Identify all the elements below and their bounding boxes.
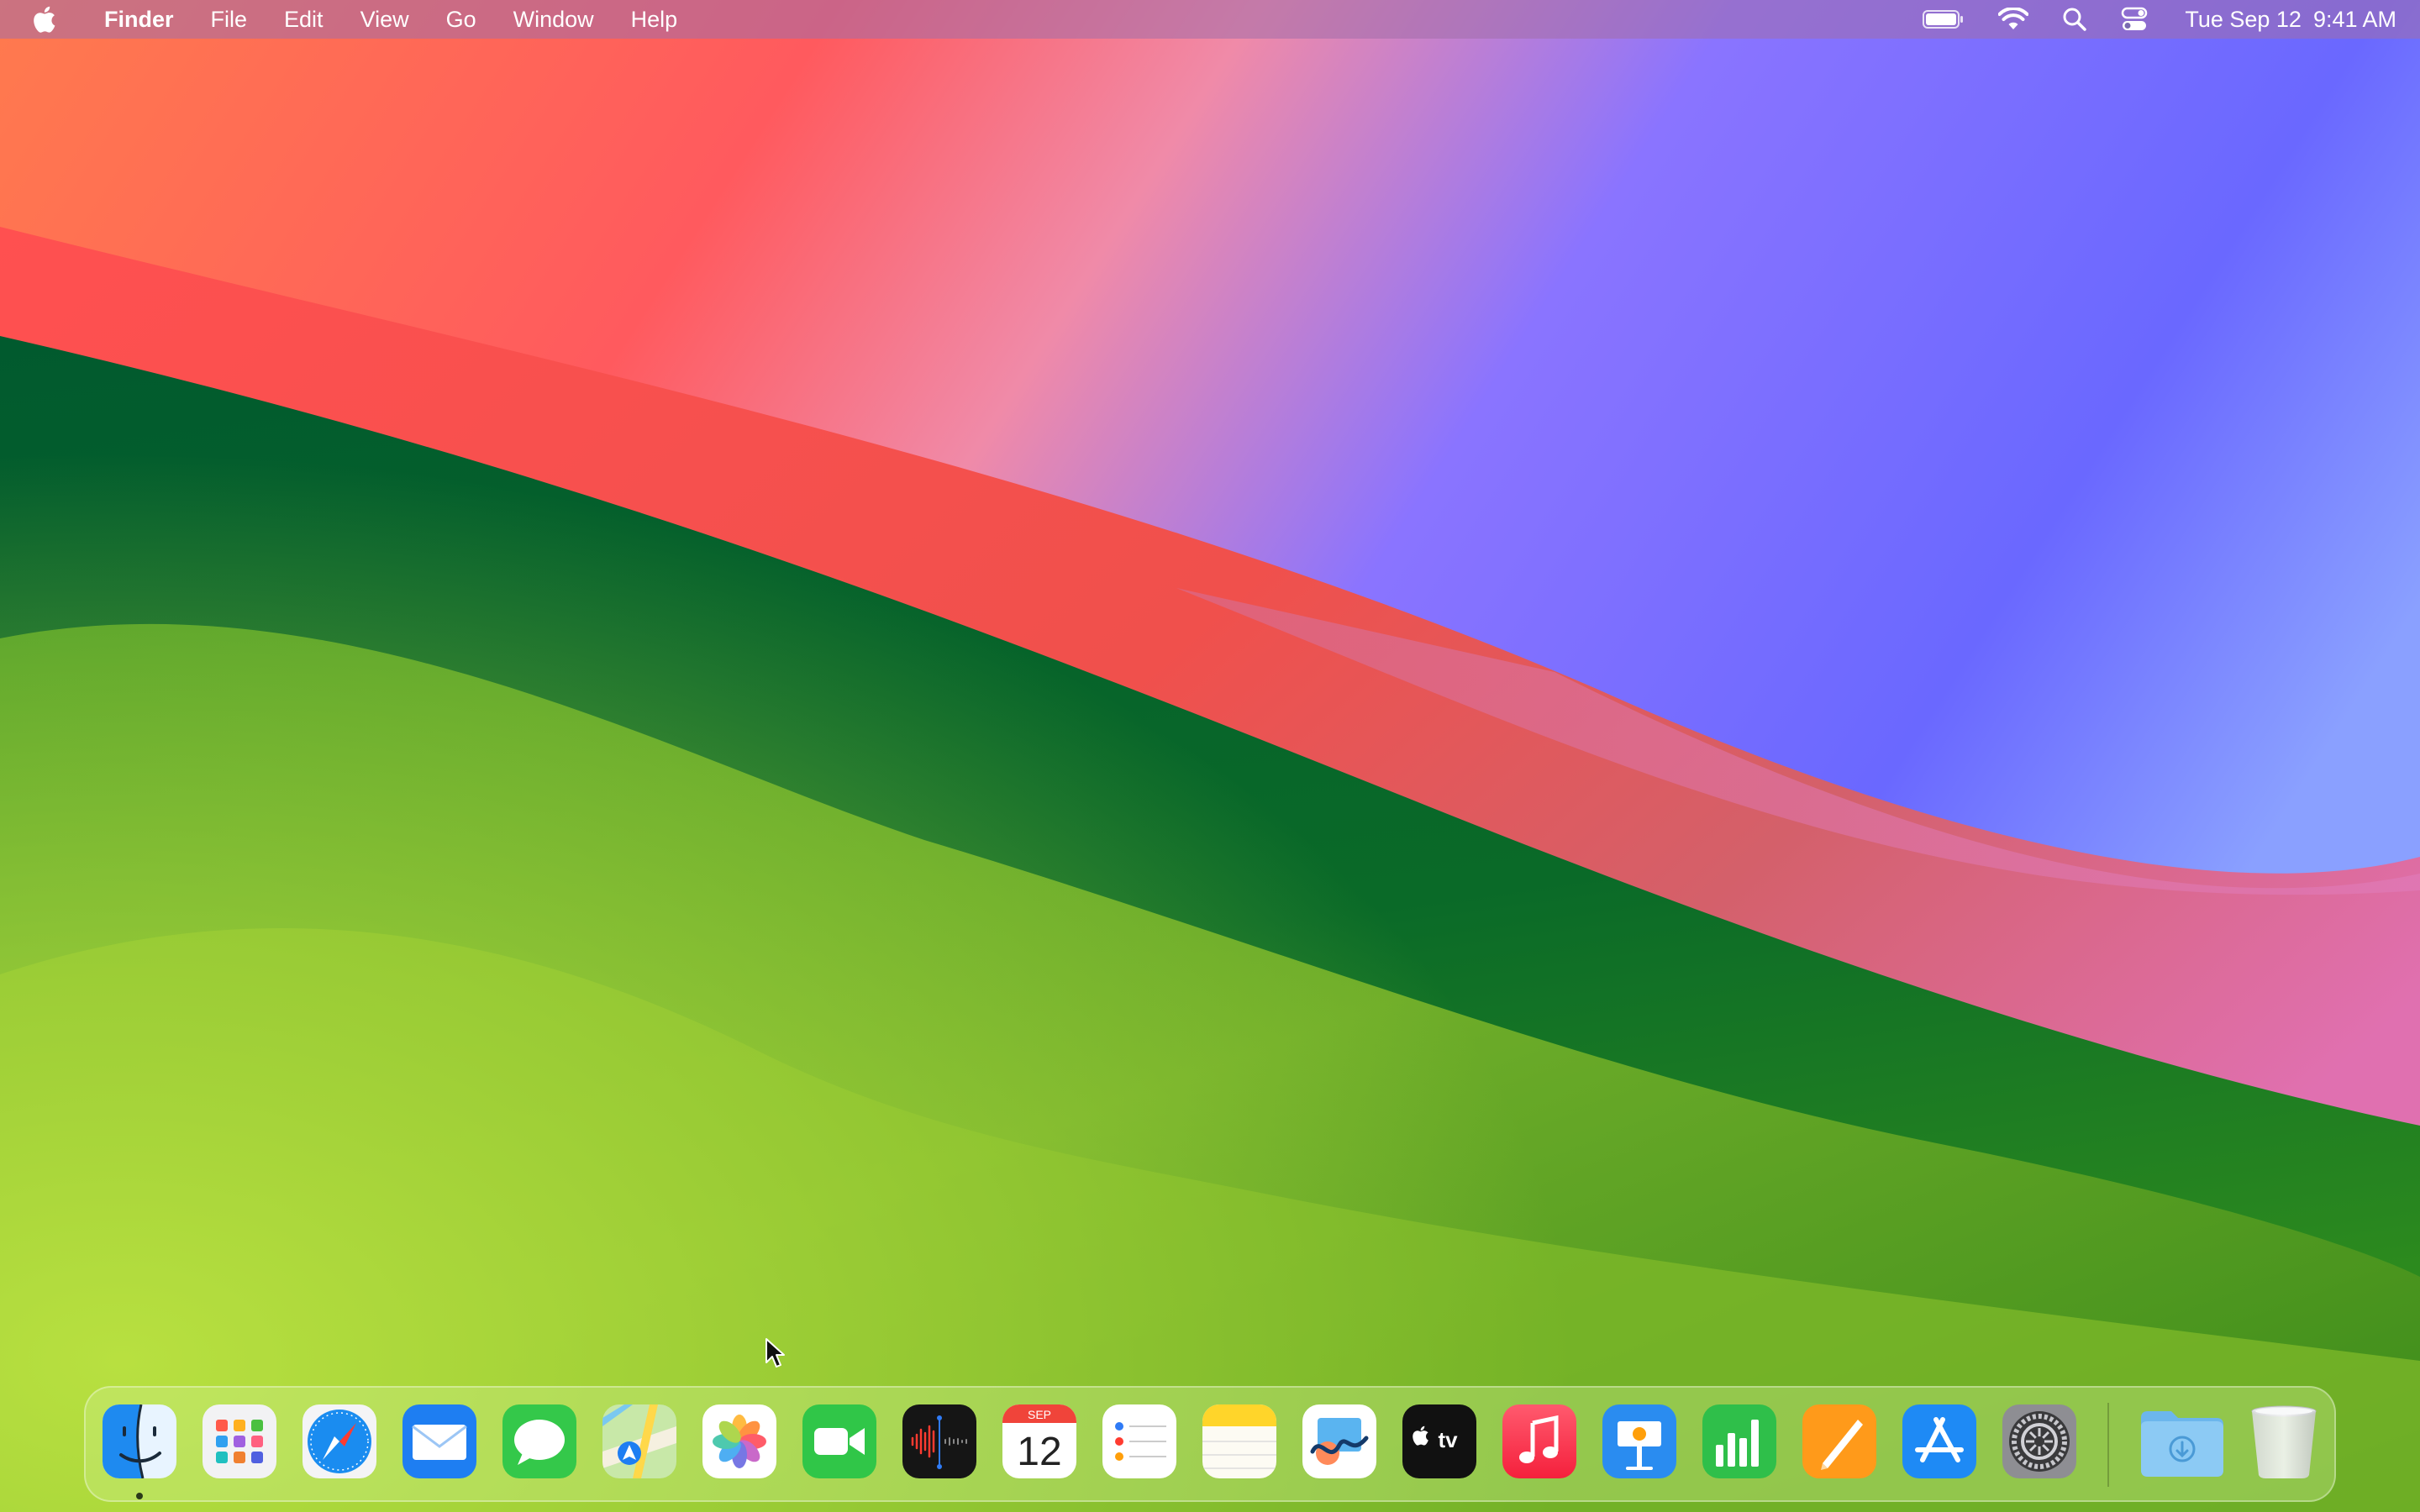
messages-icon (502, 1404, 576, 1478)
launchpad-icon (203, 1404, 276, 1478)
spotlight-search-icon[interactable] (2062, 7, 2087, 32)
dock-app-system-settings[interactable] (1999, 1401, 2080, 1482)
calendar-day: 12 (1017, 1430, 1061, 1474)
app-store-icon (1902, 1404, 1976, 1478)
mail-icon (402, 1404, 476, 1478)
photos-icon (702, 1404, 776, 1478)
mouse-cursor-icon (765, 1338, 785, 1368)
finder-icon (103, 1404, 176, 1478)
dock-app-photos[interactable] (699, 1401, 780, 1482)
dock-stack-downloads[interactable] (2136, 1401, 2228, 1482)
downloads-folder-icon (2141, 1411, 2223, 1477)
dock-app-messages[interactable] (499, 1401, 580, 1482)
dock-app-keynote[interactable] (1599, 1401, 1680, 1482)
maps-icon (602, 1404, 676, 1478)
dock-app-finder[interactable] (99, 1401, 180, 1482)
clock-date: Tue Sep 12 (2185, 6, 2302, 32)
dock-app-voice-memos[interactable] (899, 1401, 980, 1482)
pages-icon (1802, 1404, 1876, 1478)
menu-go[interactable]: Go (446, 0, 476, 39)
dock-app-tv[interactable]: tv (1399, 1401, 1480, 1482)
facetime-icon (802, 1404, 876, 1478)
menu-edit[interactable]: Edit (284, 0, 324, 39)
dock-app-app-store[interactable] (1899, 1401, 1980, 1482)
menu-view[interactable]: View (360, 0, 409, 39)
menu-help[interactable]: Help (631, 0, 678, 39)
dock-app-pages[interactable] (1799, 1401, 1880, 1482)
system-settings-icon (2002, 1404, 2076, 1478)
battery-icon[interactable] (1923, 9, 1965, 29)
dock-app-launchpad[interactable] (199, 1401, 280, 1482)
safari-icon (302, 1404, 376, 1478)
dock-app-maps[interactable] (599, 1401, 680, 1482)
menu-file[interactable]: File (211, 0, 248, 39)
dock-app-facetime[interactable] (799, 1401, 880, 1482)
music-icon (1502, 1404, 1576, 1478)
desktop[interactable]: Finder File Edit View Go Window Help Tue… (0, 0, 2420, 1512)
keynote-icon (1602, 1404, 1676, 1478)
wallpaper (0, 0, 2420, 1512)
calendar-month: SEP (1028, 1408, 1051, 1421)
reminders-icon (1102, 1404, 1176, 1478)
notes-icon (1202, 1404, 1276, 1478)
wifi-icon[interactable] (1998, 8, 2029, 31)
tv-label: tv (1438, 1427, 1458, 1452)
voice-memos-icon (902, 1404, 976, 1478)
dock-app-reminders[interactable] (1099, 1401, 1180, 1482)
menu-window[interactable]: Window (513, 0, 594, 39)
calendar-icon: SEP 12 (1002, 1404, 1076, 1478)
clock-time: 9:41 AM (2312, 6, 2396, 32)
freeform-icon (1302, 1404, 1376, 1478)
dock: SEP 12 tv (84, 1386, 2336, 1502)
trash-icon (2251, 1405, 2317, 1478)
dock-app-freeform[interactable] (1299, 1401, 1380, 1482)
dock-app-mail[interactable] (399, 1401, 480, 1482)
menu-bar: Finder File Edit View Go Window Help Tue… (0, 0, 2420, 39)
dock-app-notes[interactable] (1199, 1401, 1280, 1482)
control-center-icon[interactable] (2121, 7, 2148, 32)
dock-app-numbers[interactable] (1699, 1401, 1780, 1482)
dock-app-music[interactable] (1499, 1401, 1580, 1482)
dock-divider (2107, 1403, 2109, 1487)
dock-stack-trash[interactable] (2244, 1401, 2324, 1482)
apple-tv-icon: tv (1402, 1404, 1476, 1478)
menu-clock[interactable]: Tue Sep 12 9:41 AM (2185, 7, 2396, 33)
menu-app-name[interactable]: Finder (104, 0, 174, 39)
numbers-icon (1702, 1404, 1776, 1478)
dock-app-calendar[interactable]: SEP 12 (999, 1401, 1080, 1482)
dock-app-safari[interactable] (299, 1401, 380, 1482)
apple-logo-icon[interactable] (32, 3, 60, 35)
finder-running-indicator (136, 1493, 143, 1499)
